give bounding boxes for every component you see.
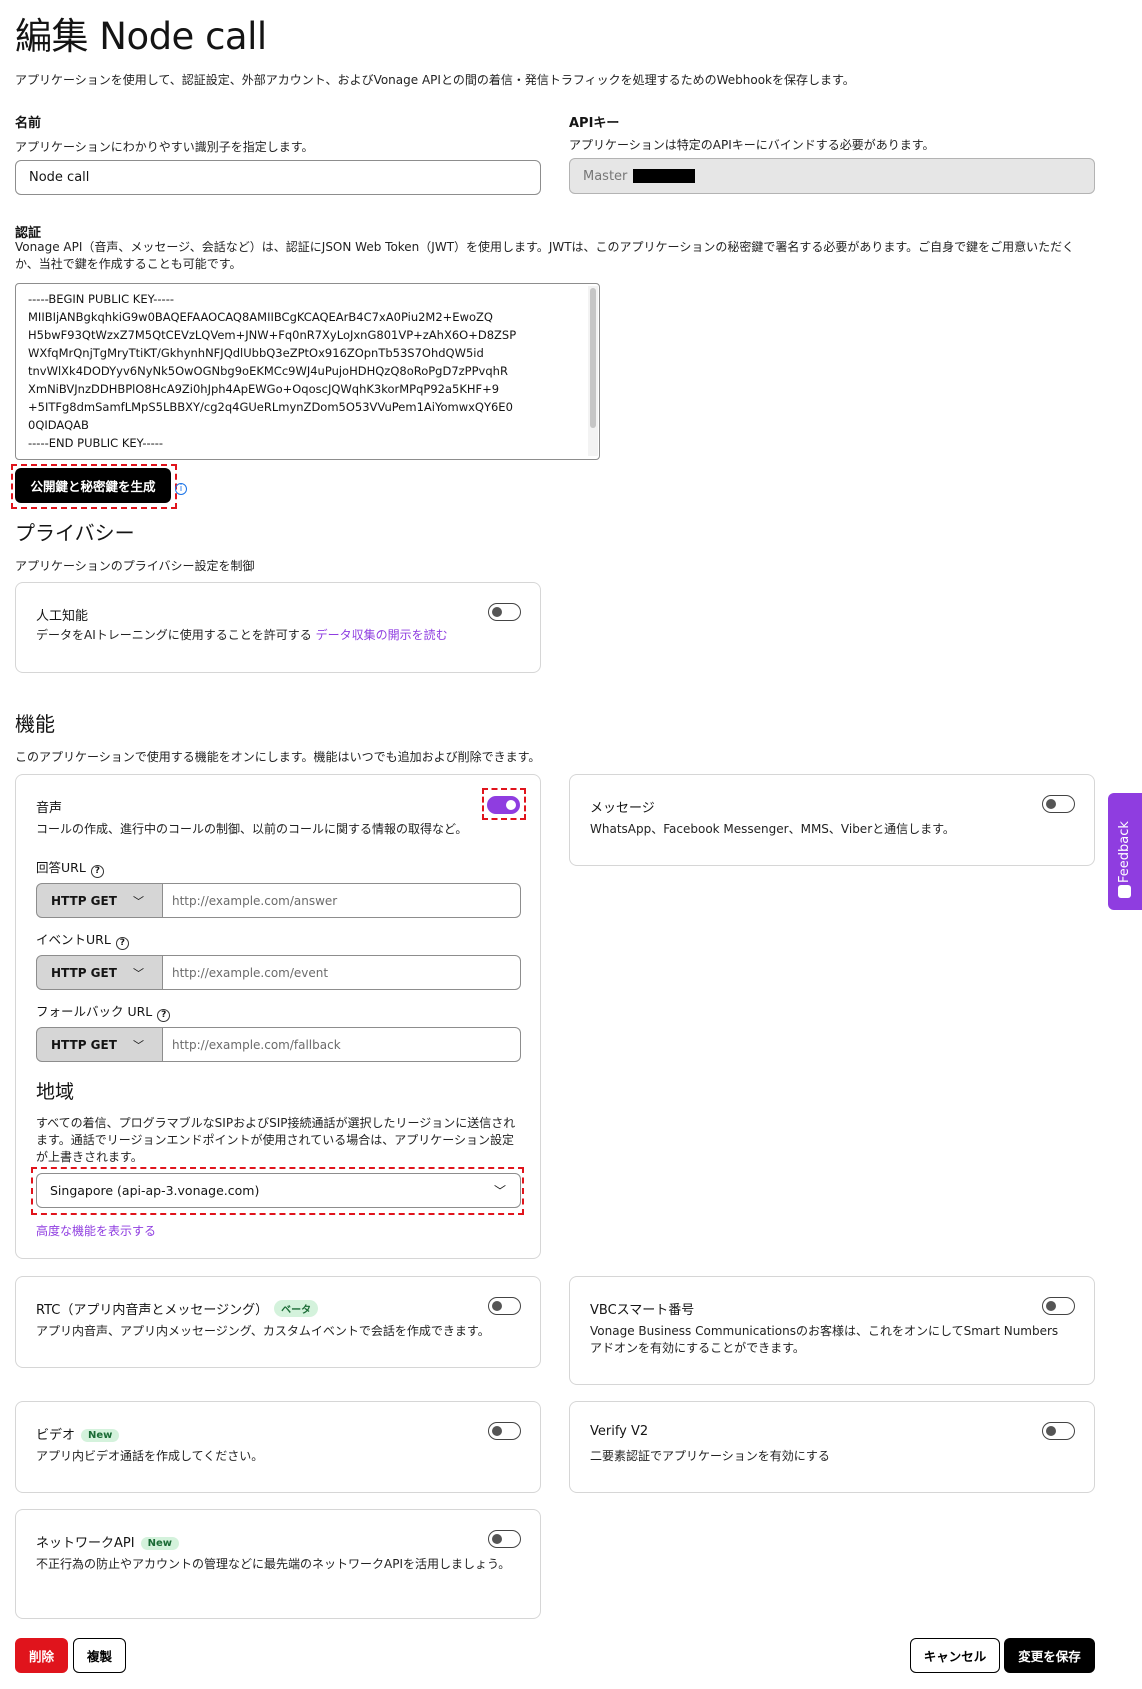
messages-card: メッセージ WhatsApp、Facebook Messenger、MMS、Vi… xyxy=(569,774,1095,866)
vbc-title: VBCスマート番号 xyxy=(590,1303,695,1318)
verify-toggle[interactable] xyxy=(1042,1422,1075,1440)
messages-title: メッセージ xyxy=(590,801,655,816)
delete-button[interactable]: 削除 xyxy=(15,1638,68,1673)
verify-desc: 二要素認証でアプリケーションを有効にする xyxy=(590,1449,830,1463)
network-title: ネットワークAPI xyxy=(36,1536,135,1551)
help-icon[interactable]: ? xyxy=(157,1008,171,1022)
vbc-desc: Vonage Business Communicationsのお客様は、これをオ… xyxy=(590,1324,1059,1355)
chevron-down-icon: ﹀ xyxy=(133,1039,144,1052)
data-disclosure-link[interactable]: データ収集の開示を読む xyxy=(316,628,448,642)
features-heading: 機能 xyxy=(15,712,55,736)
event-url-row: イベントURL? xyxy=(36,929,129,950)
answer-url-input[interactable]: http://example.com/answer xyxy=(163,883,521,918)
save-changes-button[interactable]: 変更を保存 xyxy=(1004,1638,1095,1673)
new-badge: New xyxy=(81,1429,120,1442)
network-toggle[interactable] xyxy=(488,1530,521,1548)
region-desc: すべての着信、プログラマブルなSIPおよびSIP接続通話が選択したリージョンに送… xyxy=(36,1116,516,1164)
video-title: ビデオ xyxy=(36,1428,76,1443)
voice-desc: コールの作成、進行中のコールの制御、以前のコールに関する情報の取得など。 xyxy=(36,822,468,836)
feedback-icon xyxy=(1118,885,1131,898)
fallback-method-value: HTTP GET xyxy=(51,1037,117,1052)
event-url-label: イベントURL xyxy=(36,932,111,947)
answer-method-select[interactable]: HTTP GET ﹀ xyxy=(36,883,163,918)
page-title: 編集 Node call xyxy=(15,15,267,58)
redacted-api-key xyxy=(633,169,696,183)
voice-title: 音声 xyxy=(36,801,63,816)
chevron-down-icon: ﹀ xyxy=(133,895,144,908)
rtc-title-row: RTC（アプリ内音声とメッセージング） ベータ xyxy=(36,1299,319,1318)
privacy-ai-card: 人工知能 データをAIトレーニングに使用することを許可する データ収集の開示を読… xyxy=(15,582,541,673)
api-key-label: APIキー xyxy=(569,116,620,131)
answer-url-row: 回答URL? xyxy=(36,857,104,878)
event-method-value: HTTP GET xyxy=(51,965,117,980)
privacy-hint: アプリケーションのプライバシー設定を制御 xyxy=(15,559,255,573)
event-method-select[interactable]: HTTP GET ﹀ xyxy=(36,955,163,990)
video-desc: アプリ内ビデオ通話を作成してください。 xyxy=(36,1449,264,1463)
region-heading: 地域 xyxy=(36,1081,75,1103)
messages-toggle[interactable] xyxy=(1042,795,1075,813)
duplicate-button[interactable]: 複製 xyxy=(73,1638,126,1673)
ai-desc: データをAIトレーニングに使用することを許可する xyxy=(36,628,312,642)
generate-keys-button[interactable]: 公開鍵と秘密鍵を生成 xyxy=(15,468,171,503)
vbc-card: VBCスマート番号 Vonage Business Communications… xyxy=(569,1276,1095,1385)
api-key-select: Master xyxy=(569,158,1095,194)
page-intro: アプリケーションを使用して、認証設定、外部アカウント、およびVonage API… xyxy=(15,73,855,87)
voice-toggle[interactable] xyxy=(487,796,520,814)
video-card: ビデオ New アプリ内ビデオ通話を作成してください。 xyxy=(15,1401,541,1493)
ai-title: 人工知能 xyxy=(36,609,89,624)
new-badge: New xyxy=(140,1537,179,1550)
features-hint: このアプリケーションで使用する機能をオンにします。機能はいつでも追加および削除で… xyxy=(15,750,541,764)
help-icon[interactable]: ? xyxy=(90,864,104,878)
name-label: 名前 xyxy=(15,116,42,131)
privacy-heading: プライバシー xyxy=(15,521,135,545)
chevron-down-icon: ﹀ xyxy=(133,967,144,980)
feedback-label: Feedback xyxy=(1117,821,1132,883)
vbc-toggle[interactable] xyxy=(1042,1297,1075,1315)
fallback-url-label: フォールバック URL xyxy=(36,1004,153,1019)
highlight-region-select xyxy=(31,1167,524,1215)
rtc-desc: アプリ内音声、アプリ内メッセージング、カスタムイベントで会話を作成できます。 xyxy=(36,1324,490,1338)
beta-badge: ベータ xyxy=(274,1300,319,1317)
fallback-url-row: フォールバック URL? xyxy=(36,1001,171,1022)
verify-card: Verify V2 二要素認証でアプリケーションを有効にする xyxy=(569,1401,1095,1493)
fallback-method-select[interactable]: HTTP GET ﹀ xyxy=(36,1027,163,1062)
textarea-scrollbar-thumb[interactable] xyxy=(590,288,596,428)
video-toggle[interactable] xyxy=(488,1422,521,1440)
advanced-features-link[interactable]: 高度な機能を表示する xyxy=(36,1223,156,1240)
help-icon[interactable]: ? xyxy=(115,936,129,950)
event-url-input[interactable]: http://example.com/event xyxy=(163,955,521,990)
answer-method-value: HTTP GET xyxy=(51,893,117,908)
info-icon[interactable]: i xyxy=(175,483,187,495)
rtc-toggle[interactable] xyxy=(488,1297,521,1315)
api-key-value: Master xyxy=(583,168,628,184)
cancel-button[interactable]: キャンセル xyxy=(910,1638,1000,1673)
messages-desc: WhatsApp、Facebook Messenger、MMS、Viberと通信… xyxy=(590,822,955,836)
rtc-title: RTC（アプリ内音声とメッセージング） xyxy=(36,1303,269,1318)
api-key-hint: アプリケーションは特定のAPIキーにバインドする必要があります。 xyxy=(569,138,935,152)
network-api-card: ネットワークAPI New 不正行為の防止やアカウントの管理などに最先端のネットワ… xyxy=(15,1509,541,1619)
name-hint: アプリケーションにわかりやすい識別子を指定します。 xyxy=(15,140,314,154)
public-key-textarea[interactable] xyxy=(15,283,600,460)
fallback-url-input[interactable]: http://example.com/fallback xyxy=(163,1027,521,1062)
feedback-tab[interactable]: Feedback xyxy=(1108,793,1142,910)
video-title-row: ビデオ New xyxy=(36,1424,120,1443)
answer-url-label: 回答URL xyxy=(36,860,86,875)
network-title-row: ネットワークAPI New xyxy=(36,1532,179,1551)
rtc-card: RTC（アプリ内音声とメッセージング） ベータ アプリ内音声、アプリ内メッセージン… xyxy=(15,1276,541,1368)
name-input[interactable]: Node call xyxy=(15,160,541,195)
verify-title: Verify V2 xyxy=(590,1424,649,1439)
network-desc: 不正行為の防止やアカウントの管理などに最先端のネットワークAPIを活用しましょう… xyxy=(36,1557,511,1571)
auth-desc: Vonage API（音声、メッセージ、会話など）は、認証にJSON Web T… xyxy=(15,240,1075,271)
ai-toggle[interactable] xyxy=(488,603,521,621)
ai-desc-row: データをAIトレーニングに使用することを許可する データ収集の開示を読む xyxy=(36,627,448,644)
